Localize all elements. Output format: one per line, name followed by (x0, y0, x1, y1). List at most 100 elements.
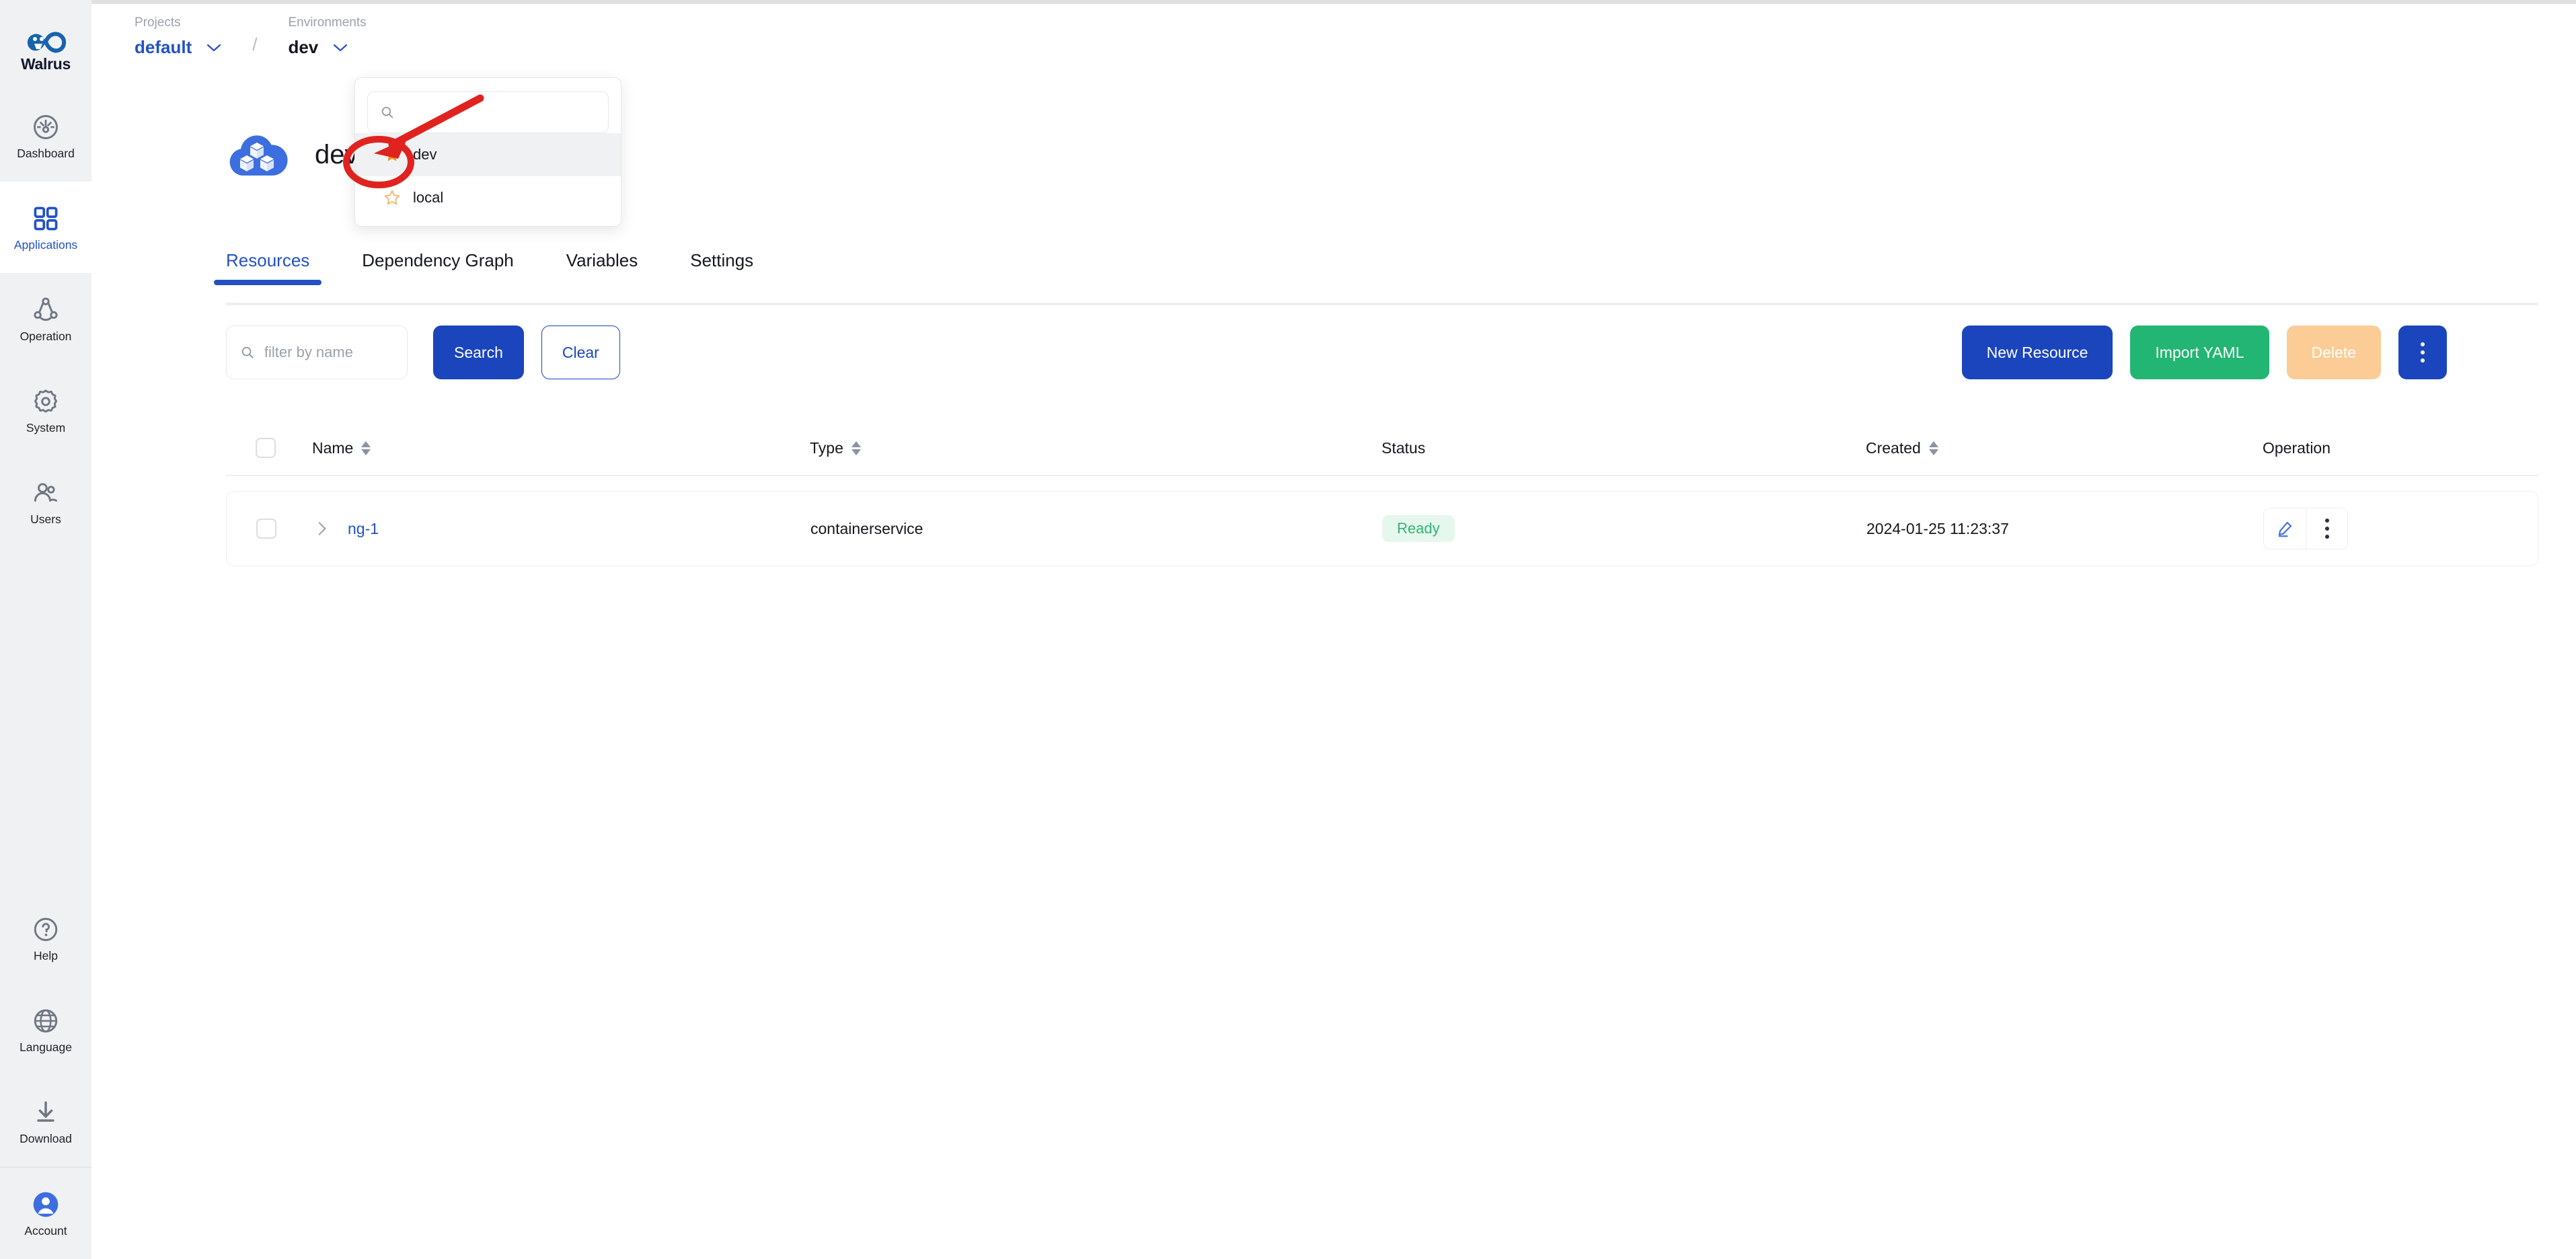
app-window: Walrus Dashboard Applications Operation … (0, 0, 2576, 1259)
cloud-cubes-icon (229, 135, 288, 176)
sidebar-item-label: Help (34, 948, 58, 962)
new-resource-button[interactable]: New Resource (1961, 326, 2113, 379)
help-question-icon (34, 917, 58, 941)
row-status-cell: Ready (1382, 515, 1866, 542)
page-title: dev (315, 140, 358, 169)
tab-dependency-graph[interactable]: Dependency Graph (362, 252, 513, 285)
brand-logo[interactable]: Walrus (0, 12, 91, 90)
account-avatar-icon (33, 1192, 59, 1217)
sidebar-item-label: Dashboard (17, 146, 75, 160)
row-name-cell: ng-1 (313, 520, 810, 538)
breadcrumb-projects: Projects default (135, 16, 221, 56)
sidebar-bottom-group: Help Language Download Account (0, 892, 91, 1259)
row-checkbox[interactable] (256, 519, 276, 539)
environment-selector[interactable]: dev (288, 38, 366, 56)
import-yaml-button[interactable]: Import YAML (2130, 326, 2269, 379)
column-label: Status (1381, 438, 1426, 457)
sort-toggle-icon[interactable] (1928, 441, 1938, 455)
column-label: Created (1866, 438, 1921, 457)
environment-option-label: dev (413, 146, 437, 163)
search-icon (381, 106, 393, 118)
tab-variables[interactable]: Variables (566, 252, 638, 285)
sidebar-item-dashboard[interactable]: Dashboard (0, 90, 91, 182)
delete-button[interactable]: Delete (2286, 326, 2381, 379)
column-label: Name (312, 438, 354, 457)
environment-option-label: local (413, 189, 444, 206)
star-filled-icon[interactable] (383, 146, 401, 163)
status-badge: Ready (1382, 515, 1455, 542)
sidebar-item-users[interactable]: Users (0, 456, 91, 547)
sidebar-item-operation[interactable]: Operation (0, 273, 91, 365)
projects-label: Projects (135, 15, 181, 30)
sidebar-item-label: Operation (20, 329, 72, 343)
sidebar-item-applications[interactable]: Applications (0, 182, 91, 273)
pencil-edit-icon (2278, 521, 2292, 537)
sidebar-item-label: Users (30, 512, 61, 526)
row-select-cell (256, 519, 313, 539)
table-header-row: Name Type Status Created Operation (226, 421, 2538, 476)
environments-label: Environments (288, 15, 367, 30)
language-globe-icon (34, 1009, 58, 1032)
sidebar-item-help[interactable]: Help (0, 892, 91, 984)
column-label: Operation (2263, 438, 2331, 457)
sidebar-item-language[interactable]: Language (0, 984, 91, 1075)
column-header-operation: Operation (2263, 439, 2538, 457)
dashboard-gauge-icon (34, 114, 58, 139)
tab-resources[interactable]: Resources (213, 252, 322, 285)
sidebar-item-label: System (26, 420, 66, 434)
toolbar-actions: New Resource Import YAML Delete (1961, 326, 2576, 379)
row-operation-group (2263, 508, 2348, 549)
column-label: Type (810, 438, 843, 457)
search-icon (241, 346, 254, 358)
column-header-type[interactable]: Type (810, 439, 1381, 457)
walrus-infinity-icon (27, 31, 67, 52)
environment-search-input[interactable] (402, 104, 596, 120)
clear-button[interactable]: Clear (541, 326, 620, 379)
sort-toggle-icon[interactable] (851, 441, 861, 455)
environment-value: dev (288, 37, 319, 57)
breadcrumb: Projects default / Environments dev (135, 16, 367, 56)
more-actions-button[interactable] (2398, 326, 2447, 379)
tab-settings[interactable]: Settings (690, 252, 753, 285)
resources-table: Name Type Status Created Operation ng-1 … (226, 421, 2538, 566)
search-input[interactable] (264, 344, 393, 361)
tab-underline-rule (226, 303, 2538, 305)
sort-toggle-icon[interactable] (361, 441, 371, 455)
sidebar-item-download[interactable]: Download (0, 1075, 91, 1167)
select-all-cell (256, 438, 312, 458)
operation-network-icon (34, 297, 58, 321)
vertical-dots-icon (2421, 342, 2425, 363)
column-header-created[interactable]: Created (1866, 439, 2263, 457)
sidebar-item-label: Account (24, 1223, 67, 1237)
search-button[interactable]: Search (433, 326, 524, 379)
sidebar-item-system[interactable]: System (0, 365, 91, 456)
project-value: default (135, 37, 192, 57)
page-header: dev (226, 128, 358, 181)
environment-search-wrapper[interactable] (367, 91, 609, 133)
environment-option-local[interactable]: local (355, 176, 621, 219)
table-row[interactable]: ng-1 containerservice Ready 2024-01-25 1… (226, 491, 2538, 566)
row-type-cell: containerservice (810, 519, 923, 537)
environment-option-dev[interactable]: dev (355, 133, 621, 176)
breadcrumb-separator: / (252, 34, 258, 54)
chevron-right-icon[interactable] (313, 520, 330, 537)
system-gear-icon (34, 389, 58, 413)
project-selector[interactable]: default (135, 38, 221, 56)
search-input-wrapper[interactable] (226, 326, 408, 379)
column-header-name[interactable]: Name (312, 439, 810, 457)
tab-bar: Resources Dependency Graph Variables Set… (213, 252, 806, 285)
star-outline-icon[interactable] (383, 189, 401, 206)
sidebar: Walrus Dashboard Applications Operation … (0, 0, 91, 1259)
toolbar: Search Clear New Resource Import YAML De… (226, 326, 2576, 379)
download-arrow-icon (37, 1101, 54, 1122)
row-more-actions-button[interactable] (2306, 508, 2347, 549)
brand-name: Walrus (20, 54, 71, 73)
select-all-checkbox[interactable] (256, 438, 276, 458)
sidebar-item-account[interactable]: Account (0, 1168, 91, 1259)
resource-name-link[interactable]: ng-1 (348, 520, 379, 538)
edit-button[interactable] (2264, 508, 2306, 549)
vertical-dots-icon (2324, 519, 2329, 539)
chevron-down-icon (334, 44, 348, 51)
sidebar-item-label: Download (20, 1131, 72, 1145)
row-operation-cell (2263, 508, 2538, 549)
